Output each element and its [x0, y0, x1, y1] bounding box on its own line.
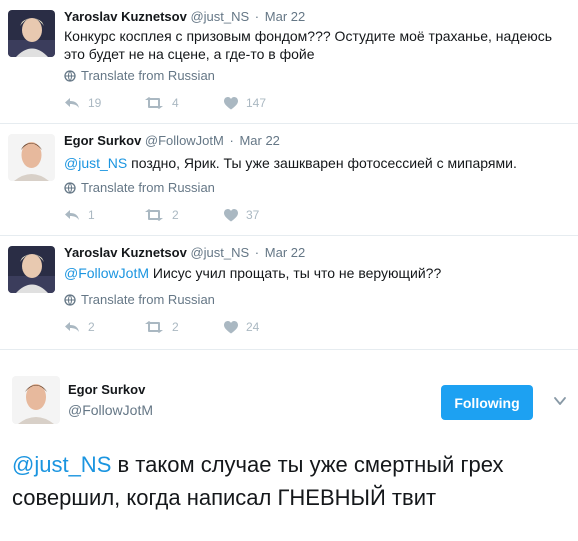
- tweet-body: поздно, Ярик. Ты уже зашкварен фотосесси…: [127, 155, 517, 171]
- following-button[interactable]: Following: [441, 385, 533, 420]
- translate-label: Translate from Russian: [81, 292, 215, 307]
- like-button[interactable]: 147: [224, 96, 266, 110]
- avatar-yaroslav[interactable]: [8, 246, 55, 293]
- heart-icon: [224, 320, 238, 333]
- tweet-header: Yaroslav Kuznetsov @just_NS · Mar 22: [64, 9, 305, 24]
- reply-icon: [65, 210, 79, 220]
- like-count: 37: [246, 208, 260, 222]
- retweet-icon: [145, 209, 163, 221]
- main-avatar[interactable]: [12, 376, 60, 424]
- separator: ·: [254, 245, 260, 260]
- separator: ·: [229, 133, 234, 148]
- reply-icon: [65, 322, 79, 332]
- retweet-count: 2: [172, 320, 179, 334]
- avatar-image: [8, 246, 55, 293]
- avatar-image: [8, 134, 55, 181]
- retweet-button[interactable]: 4: [144, 96, 224, 110]
- like-button[interactable]: 37: [224, 208, 259, 222]
- author-name[interactable]: Egor Surkov: [64, 133, 141, 148]
- reply-button[interactable]: 19: [64, 96, 144, 110]
- reply-icon: [65, 98, 79, 108]
- chevron-down-icon[interactable]: [553, 394, 567, 408]
- globe-icon: [64, 293, 76, 306]
- avatar-egor[interactable]: [8, 134, 55, 181]
- tweet-1[interactable]: Yaroslav Kuznetsov @just_NS · Mar 22 Кон…: [0, 0, 578, 123]
- retweet-icon: [145, 321, 163, 333]
- main-author-name[interactable]: Egor Surkov: [68, 382, 145, 397]
- divider: [0, 349, 578, 350]
- mention-link[interactable]: @FollowJotM: [64, 265, 149, 281]
- heart-icon: [224, 96, 238, 109]
- tweet-text: Конкурс косплея с призовым фондом??? Ост…: [64, 27, 569, 63]
- globe-icon: [64, 69, 76, 82]
- tweet-2[interactable]: Egor Surkov @FollowJotM · Mar 22 @just_N…: [0, 124, 578, 235]
- like-count: 24: [246, 320, 260, 334]
- reply-count: 1: [88, 208, 95, 222]
- tweet-date[interactable]: Mar 22: [265, 9, 305, 24]
- translate-link[interactable]: Translate from Russian: [64, 180, 215, 195]
- avatar-yaroslav[interactable]: [8, 10, 55, 57]
- mention-link[interactable]: @just_NS: [64, 155, 127, 171]
- main-tweet-text: @just_NS в таком случае ты уже смертный …: [12, 448, 572, 514]
- reply-button[interactable]: 2: [64, 320, 144, 334]
- translate-label: Translate from Russian: [81, 68, 215, 83]
- tweet-text: @just_NS поздно, Ярик. Ты уже зашкварен …: [64, 154, 569, 172]
- translate-label: Translate from Russian: [81, 180, 215, 195]
- like-button[interactable]: 24: [224, 320, 259, 334]
- retweet-button[interactable]: 2: [144, 208, 224, 222]
- separator: ·: [254, 9, 260, 24]
- tweet-3[interactable]: Yaroslav Kuznetsov @just_NS · Mar 22 @Fo…: [0, 236, 578, 348]
- author-handle[interactable]: @just_NS: [190, 9, 249, 24]
- reply-button[interactable]: 1: [64, 208, 144, 222]
- retweet-count: 4: [172, 96, 179, 110]
- heart-icon: [224, 208, 238, 221]
- author-name[interactable]: Yaroslav Kuznetsov: [64, 245, 187, 260]
- mention-link[interactable]: @just_NS: [12, 452, 111, 477]
- retweet-icon: [145, 97, 163, 109]
- like-count: 147: [246, 96, 267, 110]
- tweet-actions: 2 2 24: [64, 320, 259, 334]
- reply-count: 2: [88, 320, 95, 334]
- retweet-count: 2: [172, 208, 179, 222]
- avatar-image: [12, 376, 60, 424]
- translate-link[interactable]: Translate from Russian: [64, 292, 215, 307]
- author-name[interactable]: Yaroslav Kuznetsov: [64, 9, 187, 24]
- globe-icon: [64, 181, 76, 194]
- avatar-image: [8, 10, 55, 57]
- tweet-header: Egor Surkov @FollowJotM · Mar 22: [64, 133, 280, 148]
- reply-count: 19: [88, 96, 102, 110]
- main-author-handle[interactable]: @FollowJotM: [68, 402, 153, 418]
- tweet-body: Иисус учил прощать, ты что не верующий??: [149, 265, 442, 281]
- tweet-actions: 19 4 147: [64, 96, 266, 110]
- tweet-date[interactable]: Mar 22: [239, 133, 279, 148]
- tweet-header: Yaroslav Kuznetsov @just_NS · Mar 22: [64, 245, 305, 260]
- author-handle[interactable]: @FollowJotM: [145, 133, 224, 148]
- retweet-button[interactable]: 2: [144, 320, 224, 334]
- tweet-text: @FollowJotM Иисус учил прощать, ты что н…: [64, 264, 569, 282]
- author-handle[interactable]: @just_NS: [190, 245, 249, 260]
- translate-link[interactable]: Translate from Russian: [64, 68, 215, 83]
- tweet-body: Конкурс косплея с призовым фондом??? Ост…: [64, 28, 553, 62]
- tweet-date[interactable]: Mar 22: [265, 245, 305, 260]
- tweet-actions: 1 2 37: [64, 208, 259, 222]
